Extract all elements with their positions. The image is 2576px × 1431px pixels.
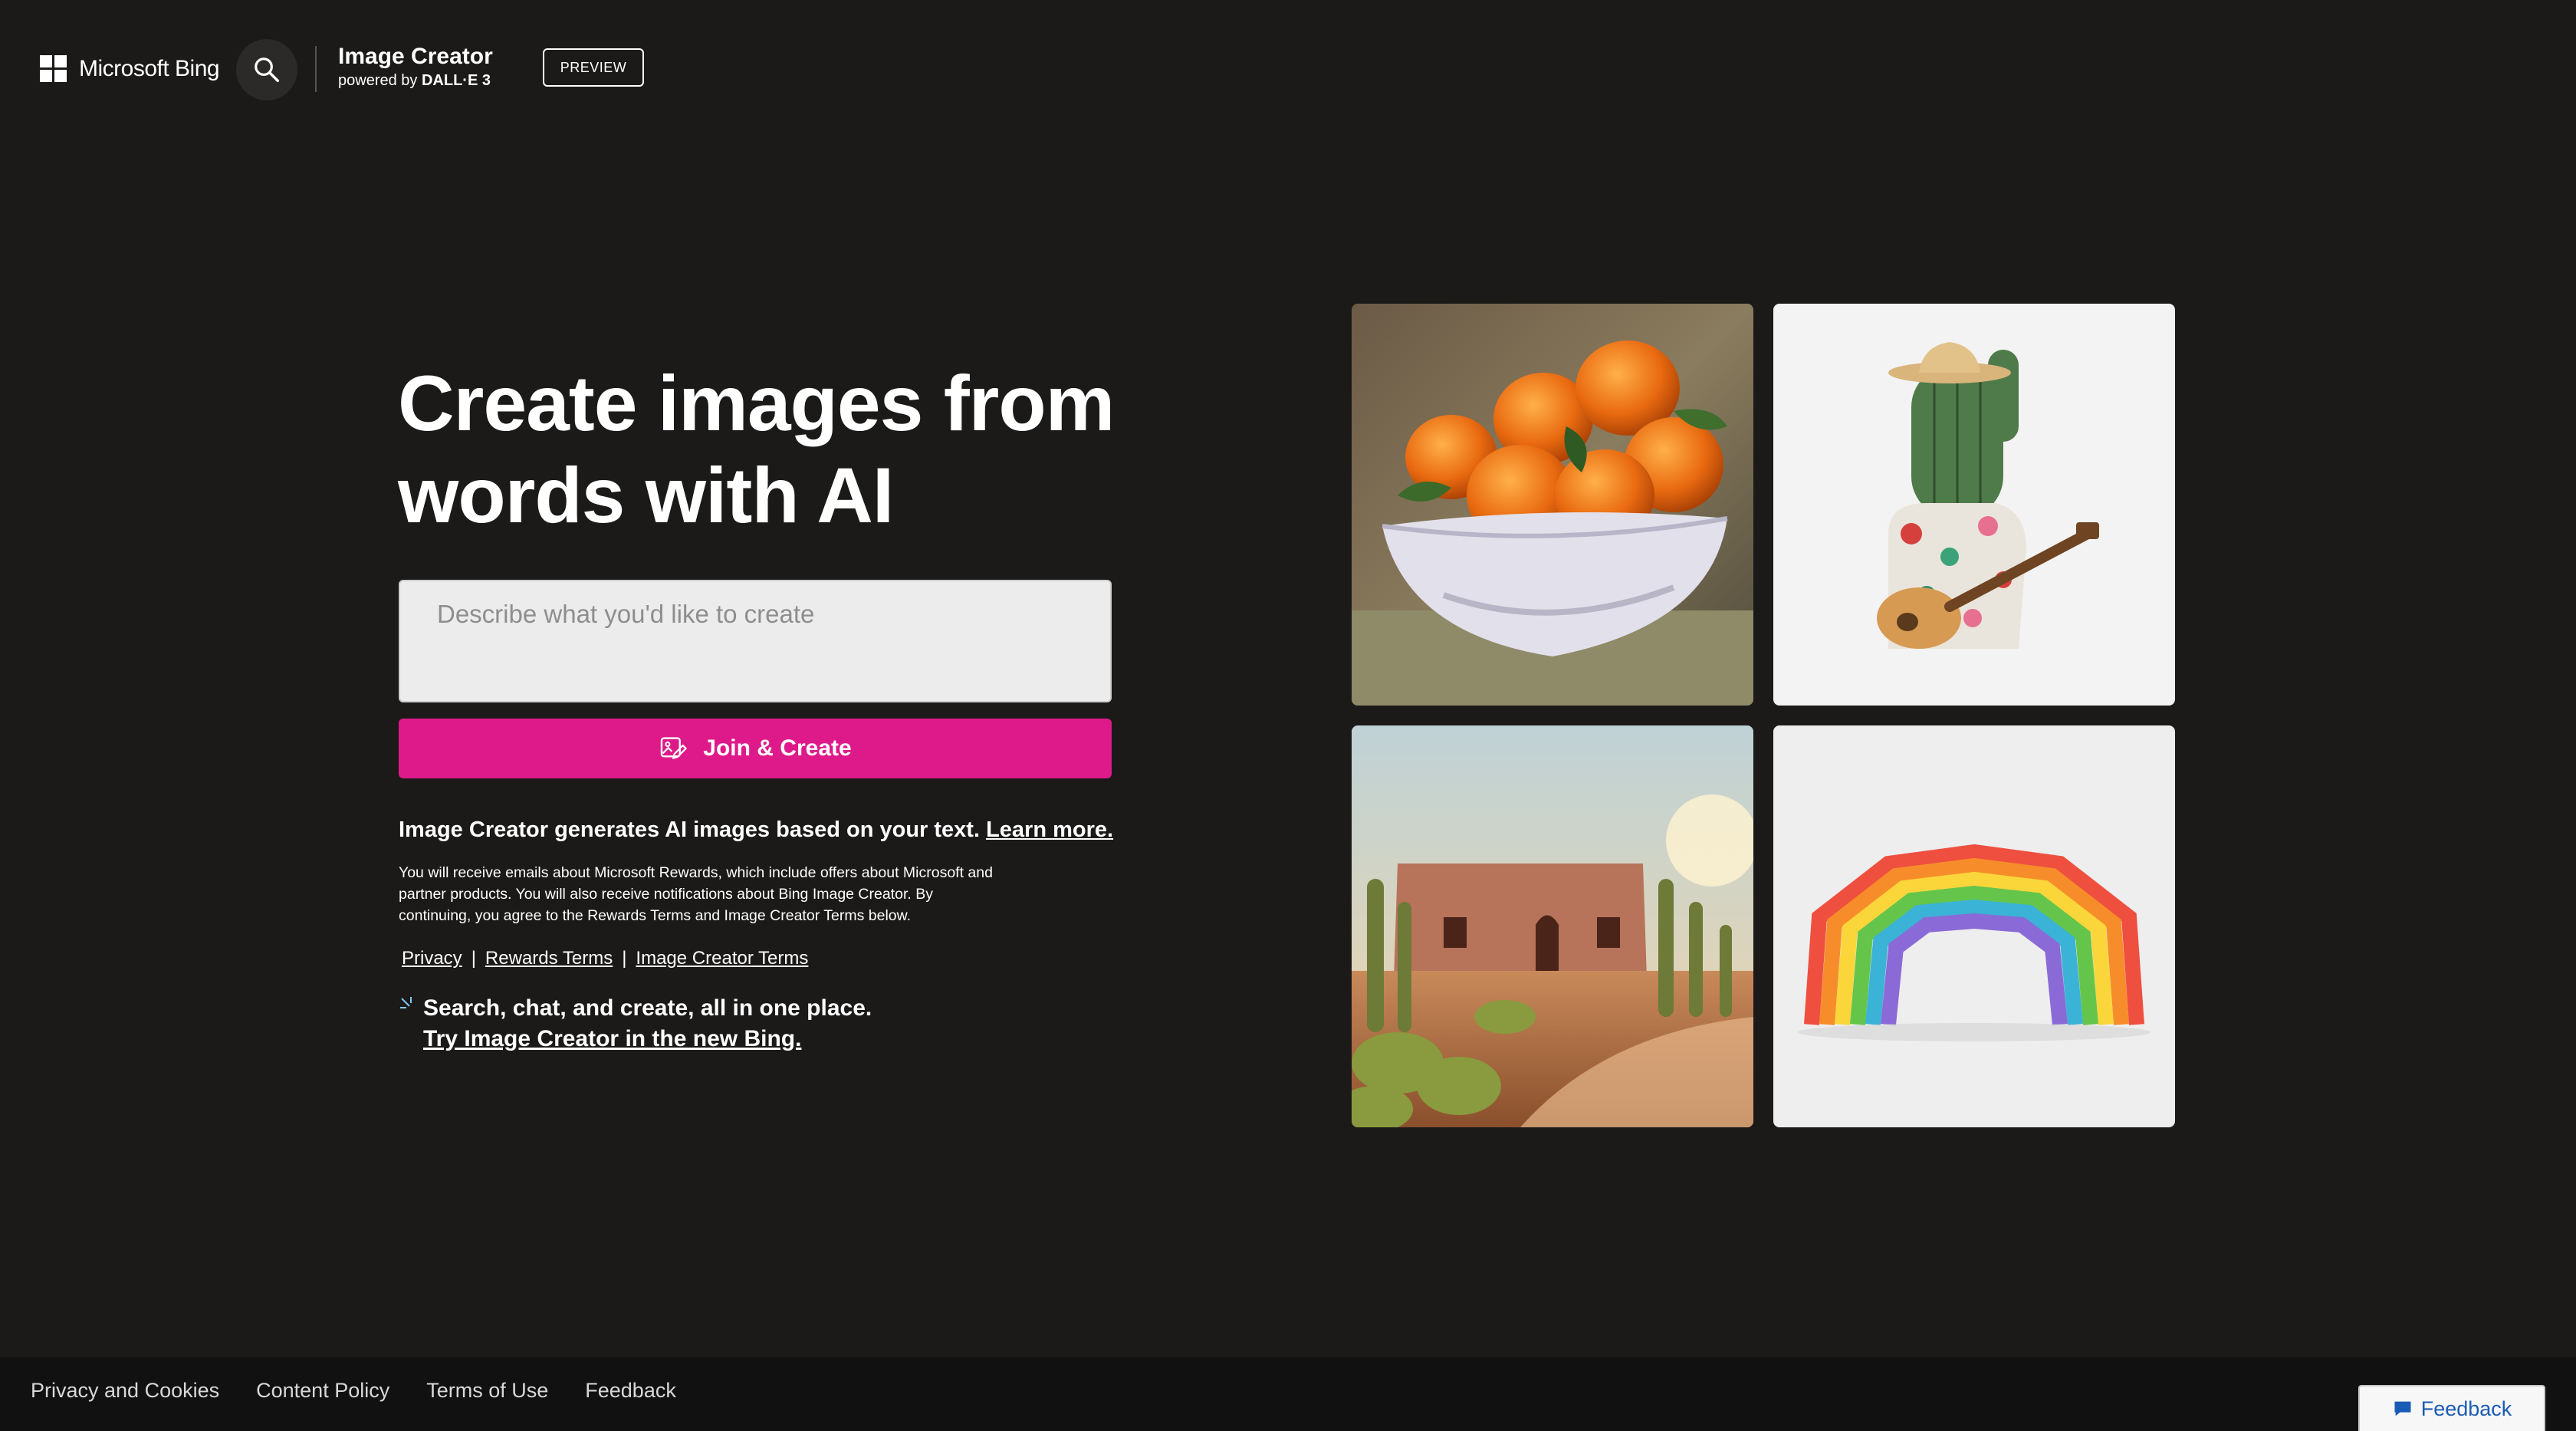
top-header: Microsoft Bing Image Creator powered by … <box>0 0 2576 138</box>
product-title: Image Creator <box>338 44 493 69</box>
rewards-fine-print: You will receive emails about Microsoft … <box>399 864 993 924</box>
powered-by-text: powered by <box>338 72 422 89</box>
search-button[interactable] <box>236 39 297 100</box>
footer-link-feedback[interactable]: Feedback <box>585 1379 676 1403</box>
sample-image-cactus-guitar[interactable] <box>1773 304 2175 706</box>
terms-separator: | <box>622 948 627 969</box>
product-title-block[interactable]: Image Creator powered by DALL·E 3 <box>338 43 493 90</box>
preview-badge[interactable]: PREVIEW <box>543 48 644 87</box>
header-divider <box>315 46 317 92</box>
footer-links: Privacy and Cookies Content Policy Terms… <box>31 1379 676 1403</box>
sample-image-oranges[interactable] <box>1352 304 1753 706</box>
privacy-link[interactable]: Privacy <box>402 948 462 969</box>
footer-link-content-policy[interactable]: Content Policy <box>256 1379 389 1403</box>
image-creator-terms-link[interactable]: Image Creator Terms <box>636 948 808 969</box>
sample-image-desert-house[interactable] <box>1352 725 1753 1127</box>
page-footer: Privacy and Cookies Content Policy Terms… <box>0 1357 2576 1431</box>
footer-link-terms-of-use[interactable]: Terms of Use <box>426 1379 548 1403</box>
terms-separator: | <box>471 948 476 969</box>
join-and-create-button[interactable]: Join & Create <box>399 719 1112 778</box>
terms-links: Privacy | Rewards Terms | Image Creator … <box>402 948 808 969</box>
footer-link-privacy-and-cookies[interactable]: Privacy and Cookies <box>31 1379 219 1403</box>
learn-more-link[interactable]: Learn more. <box>986 817 1113 842</box>
microsoft-bing-logo[interactable]: Microsoft Bing <box>40 55 220 82</box>
promo-text: Search, chat, and create, all in one pla… <box>423 995 872 1021</box>
image-create-icon <box>661 737 688 759</box>
model-name: DALL·E 3 <box>421 72 491 89</box>
oranges-bowl-image <box>1352 304 1753 706</box>
cactus-guitar-image <box>1773 304 2175 706</box>
desert-house-image <box>1352 725 1753 1127</box>
feedback-button-label: Feedback <box>2420 1396 2512 1420</box>
description: Image Creator generates AI images based … <box>399 817 1113 843</box>
brand-name: Microsoft Bing <box>79 55 220 81</box>
paper-rainbow-image <box>1773 725 2175 1127</box>
feedback-button[interactable]: Feedback <box>2358 1385 2545 1431</box>
page-headline: Create images from words with AI <box>398 360 1115 539</box>
description-text: Image Creator generates AI images based … <box>399 817 981 842</box>
join-button-label: Join & Create <box>703 735 852 761</box>
rewards-terms-link[interactable]: Rewards Terms <box>485 948 613 969</box>
sample-image-rainbow[interactable] <box>1773 725 2175 1127</box>
sparkle-icon <box>400 997 412 1008</box>
try-new-bing-link[interactable]: Try Image Creator in the new Bing. <box>423 1026 801 1052</box>
windows-logo-icon <box>40 55 67 82</box>
prompt-input[interactable] <box>399 580 1112 702</box>
product-subtitle: powered by DALL·E 3 <box>338 72 493 90</box>
chat-bubble-icon <box>2394 1401 2411 1416</box>
search-icon <box>255 58 279 82</box>
